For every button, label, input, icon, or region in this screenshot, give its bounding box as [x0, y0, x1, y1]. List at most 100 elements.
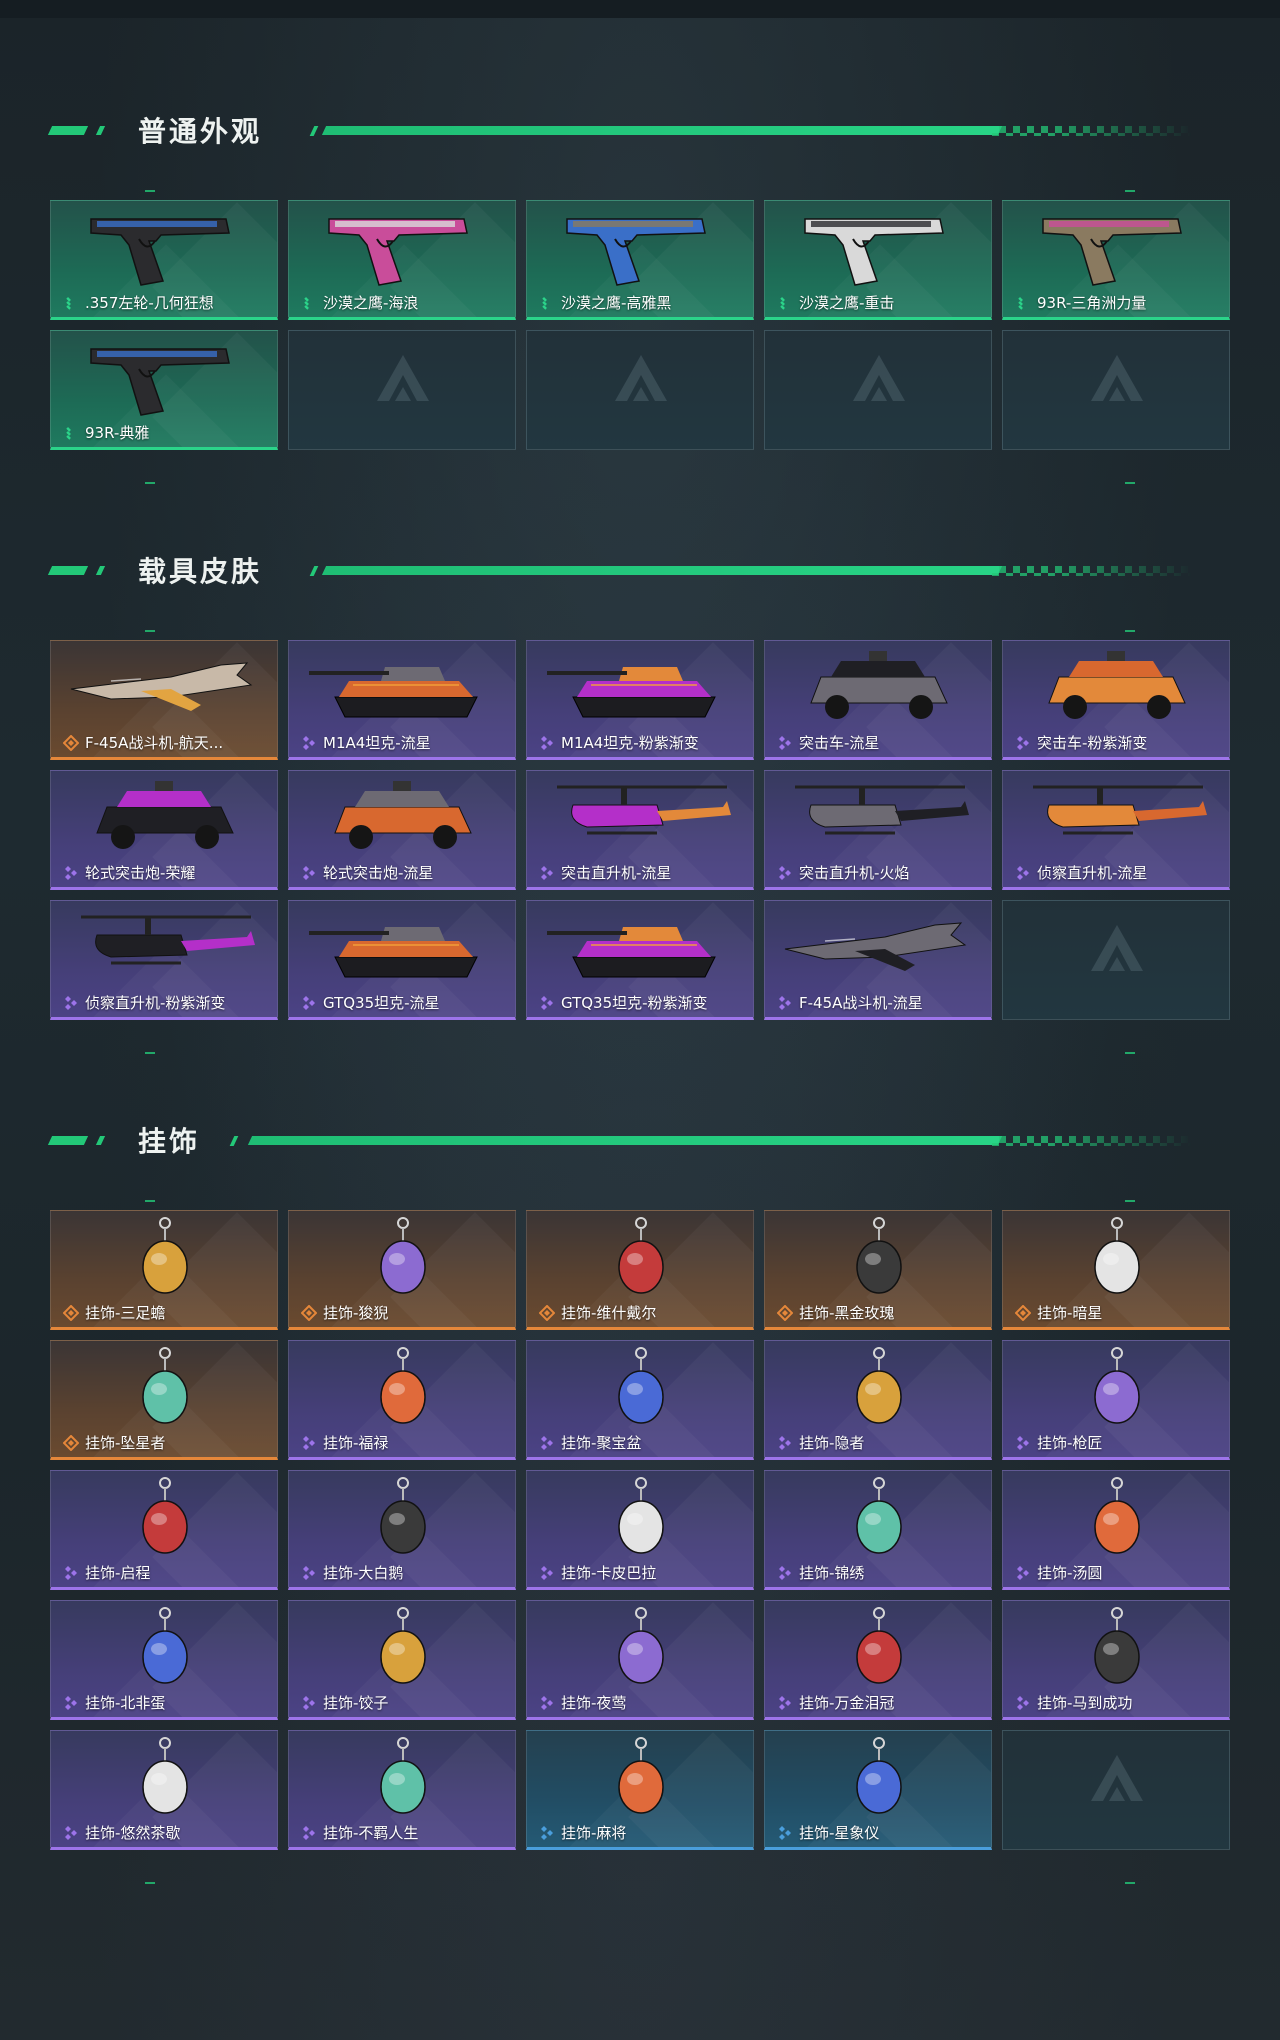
header-progress-line [321, 566, 1003, 575]
item-name: 挂饰-星象仪 [799, 1824, 880, 1842]
item-card[interactable]: 轮式突击炮-荣耀 [50, 770, 278, 890]
item-card[interactable]: 沙漠之鹰-海浪 [288, 200, 516, 320]
charm-icon [380, 1347, 426, 1424]
item-card[interactable]: 侦察直升机-粉紫渐变 [50, 900, 278, 1020]
grid-corner-tick [1125, 190, 1135, 192]
tank-icon [309, 927, 478, 978]
item-name: 93R-三角洲力量 [1037, 294, 1147, 312]
charm-icon [142, 1477, 188, 1554]
charm-icon [142, 1217, 188, 1294]
empty-slot [1002, 900, 1230, 1020]
grid-corner-tick [1125, 1200, 1135, 1202]
revolver-icon [90, 218, 230, 286]
item-card[interactable]: 挂饰-万金泪冠 [764, 1600, 992, 1720]
item-card[interactable]: 沙漠之鹰-重击 [764, 200, 992, 320]
item-card[interactable]: 93R-典雅 [50, 330, 278, 450]
item-name: 挂饰-启程 [85, 1564, 151, 1582]
item-name: 挂饰-北非蛋 [85, 1694, 166, 1712]
item-name: 侦察直升机-流星 [1037, 864, 1148, 882]
quality-diamond-icon [303, 1436, 315, 1450]
item-name: 突击直升机-火焰 [799, 864, 910, 882]
item-name: 轮式突击炮-荣耀 [85, 864, 196, 882]
charm-icon [618, 1607, 664, 1684]
item-card[interactable]: 挂饰-夜莺 [526, 1600, 754, 1720]
item-card[interactable]: 挂饰-北非蛋 [50, 1600, 278, 1720]
item-card[interactable]: 挂饰-不羁人生 [288, 1730, 516, 1850]
item-card[interactable]: 挂饰-暗星 [1002, 1210, 1230, 1330]
item-card[interactable]: 挂饰-隐者 [764, 1340, 992, 1460]
item-card[interactable]: 挂饰-维什戴尔 [526, 1210, 754, 1330]
charm-icon [618, 1347, 664, 1424]
item-card[interactable]: 挂饰-麻将 [526, 1730, 754, 1850]
header-checker-pattern [992, 1136, 1192, 1146]
item-card[interactable]: 挂饰-坠星者 [50, 1340, 278, 1460]
charm-icon [1094, 1217, 1140, 1294]
empty-slot [1002, 1730, 1230, 1850]
item-card[interactable]: M1A4坦克-粉紫渐变 [526, 640, 754, 760]
section-exterior: 普通外观 .357左轮-几何狂想 沙漠之鹰-海浪 沙漠之鹰-高雅黑 沙漠之鹰-重击 93R… [0, 100, 1280, 500]
quality-arrows-icon [66, 427, 71, 440]
item-card[interactable]: 挂饰-马到成功 [1002, 1600, 1230, 1720]
item-card[interactable]: 挂饰-星象仪 [764, 1730, 992, 1850]
item-card[interactable]: F-45A战斗机-航天... [50, 640, 278, 760]
jet-icon [784, 922, 967, 971]
item-card[interactable]: 沙漠之鹰-高雅黑 [526, 200, 754, 320]
item-card[interactable]: 轮式突击炮-流星 [288, 770, 516, 890]
quality-diamond-icon [303, 1566, 315, 1580]
placeholder-logo-icon [1091, 925, 1143, 971]
item-card[interactable]: 突击直升机-流星 [526, 770, 754, 890]
item-card[interactable]: M1A4坦克-流星 [288, 640, 516, 760]
item-card[interactable]: 突击车-流星 [764, 640, 992, 760]
item-card[interactable]: 挂饰-启程 [50, 1470, 278, 1590]
item-card[interactable]: 挂饰-锦绣 [764, 1470, 992, 1590]
item-card[interactable]: 挂饰-饺子 [288, 1600, 516, 1720]
item-card[interactable]: 挂饰-枪匠 [1002, 1340, 1230, 1460]
header-accent-bar [47, 566, 89, 575]
quality-diamond-icon [303, 736, 315, 750]
grid-corner-tick [145, 190, 155, 192]
pistol-icon [90, 348, 230, 416]
item-name: 挂饰-三足蟾 [85, 1304, 166, 1322]
charm-icon [142, 1737, 188, 1814]
tank-icon [547, 667, 716, 718]
quality-diamond-icon [541, 1566, 553, 1580]
helicopter-icon [1033, 785, 1207, 835]
quality-diamond-icon [65, 1566, 77, 1580]
item-card[interactable]: GTQ35坦克-流星 [288, 900, 516, 1020]
item-card[interactable]: 挂饰-大白鹅 [288, 1470, 516, 1590]
item-name: 挂饰-锦绣 [799, 1564, 865, 1582]
pistol-icon [328, 218, 468, 286]
item-card[interactable]: 挂饰-三足蟾 [50, 1210, 278, 1330]
item-card[interactable]: 挂饰-黑金玫瑰 [764, 1210, 992, 1330]
item-card[interactable]: 挂饰-聚宝盆 [526, 1340, 754, 1460]
section-header: 挂饰 [0, 1110, 1280, 1170]
quality-diamond-icon [303, 996, 315, 1010]
header-checker-pattern [992, 126, 1192, 136]
item-card[interactable]: 突击直升机-火焰 [764, 770, 992, 890]
item-card[interactable]: 突击车-粉紫渐变 [1002, 640, 1230, 760]
charm-icon [380, 1477, 426, 1554]
item-card[interactable]: 挂饰-汤圆 [1002, 1470, 1230, 1590]
item-name: 挂饰-狻猊 [323, 1304, 389, 1322]
item-card[interactable]: 侦察直升机-流星 [1002, 770, 1230, 890]
charm-icon [1094, 1347, 1140, 1424]
quality-diamond-icon [779, 996, 791, 1010]
item-card[interactable]: F-45A战斗机-流星 [764, 900, 992, 1020]
item-name: 沙漠之鹰-高雅黑 [561, 294, 672, 312]
quality-diamond-icon [779, 1826, 791, 1840]
item-card[interactable]: .357左轮-几何狂想 [50, 200, 278, 320]
item-card[interactable]: GTQ35坦克-粉紫渐变 [526, 900, 754, 1020]
item-card[interactable]: 挂饰-悠然茶歇 [50, 1730, 278, 1850]
grid-corner-tick [145, 1200, 155, 1202]
item-card[interactable]: 93R-三角洲力量 [1002, 200, 1230, 320]
header-progress-line [247, 1136, 1003, 1145]
quality-diamond-icon [779, 1696, 791, 1710]
pistol-icon [1042, 218, 1182, 286]
item-card[interactable]: 挂饰-狻猊 [288, 1210, 516, 1330]
helicopter-icon [557, 785, 731, 835]
item-name: 挂饰-夜莺 [561, 1694, 627, 1712]
grid-corner-tick [1125, 1052, 1135, 1054]
item-card[interactable]: 挂饰-卡皮巴拉 [526, 1470, 754, 1590]
quality-diamond-icon [303, 1696, 315, 1710]
item-card[interactable]: 挂饰-福禄 [288, 1340, 516, 1460]
